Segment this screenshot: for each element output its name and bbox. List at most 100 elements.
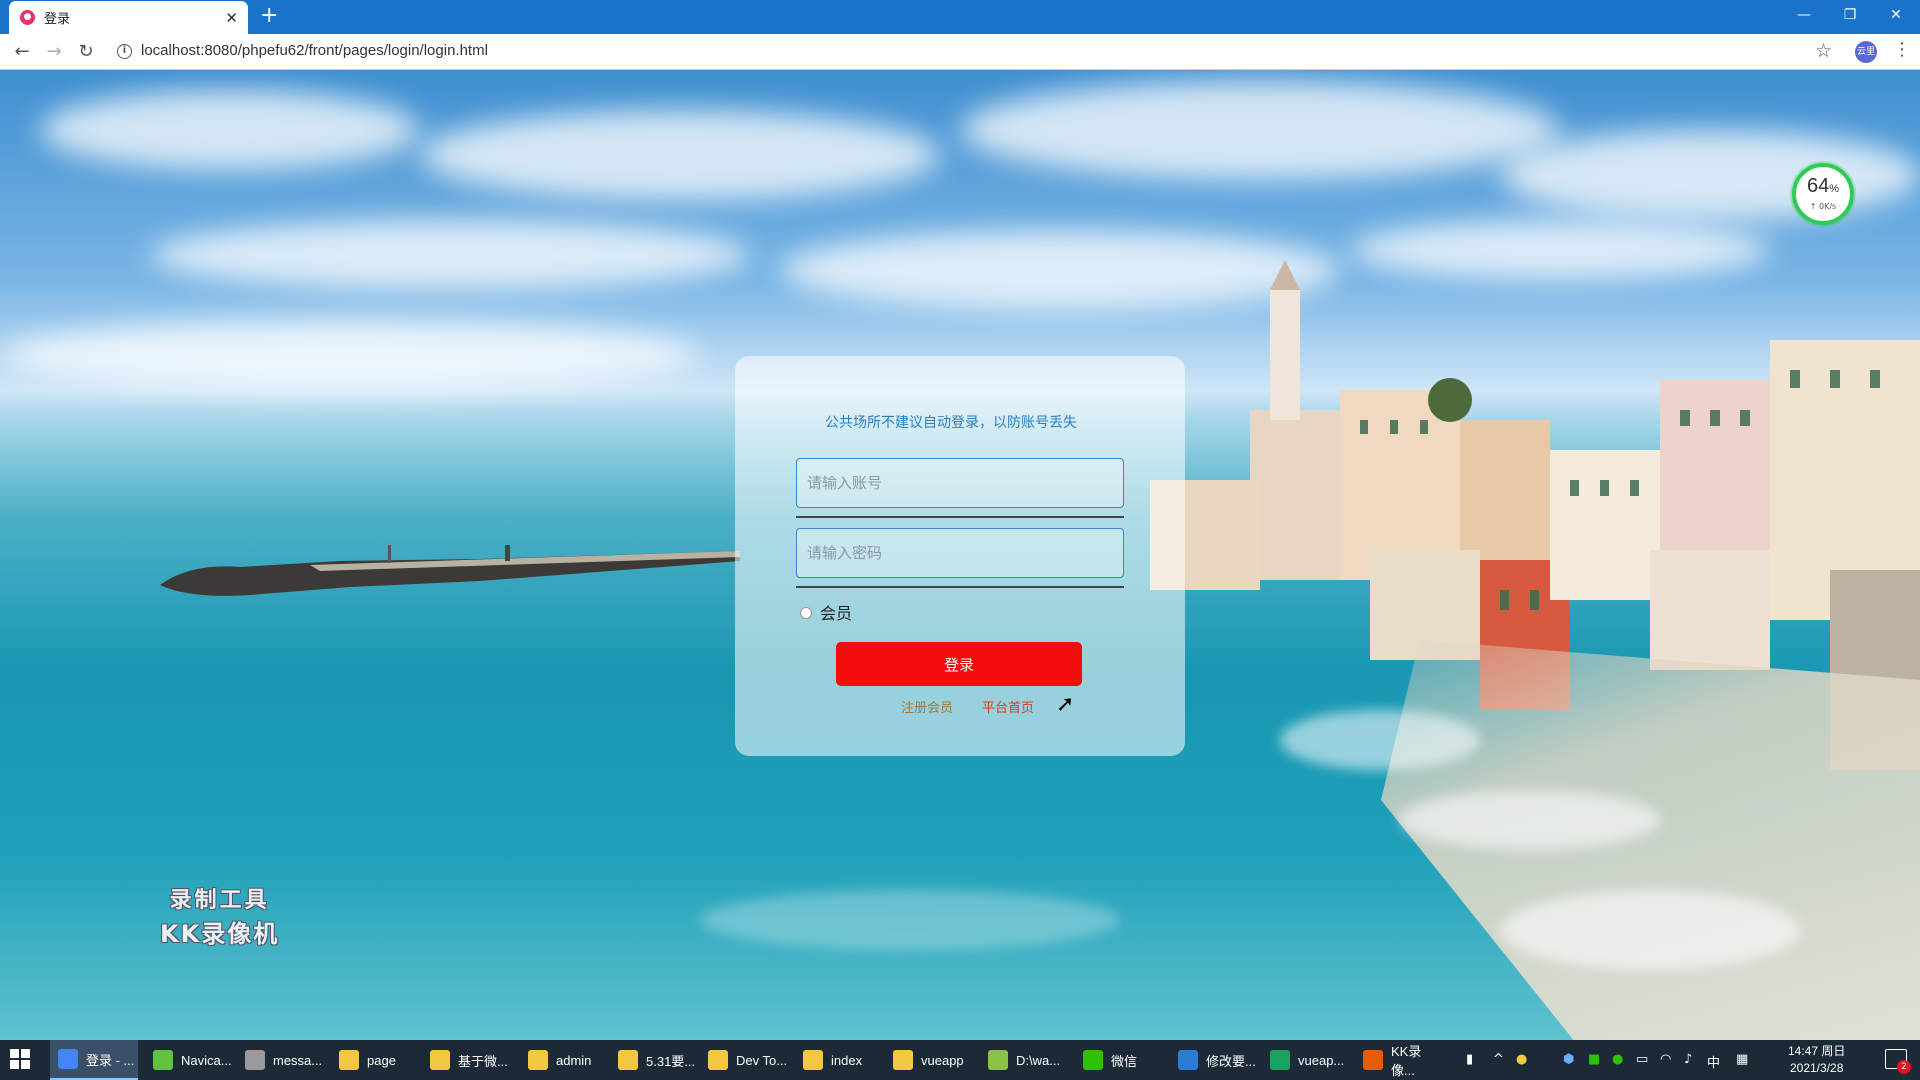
taskbar-item[interactable]: admin	[520, 1040, 608, 1080]
taskbar-item[interactable]: Navica...	[145, 1040, 233, 1080]
taskbar-item-label: 基于微...	[458, 1053, 508, 1069]
taskbar-item-label: 微信	[1111, 1053, 1138, 1069]
taskbar-item[interactable]: 登录 - ...	[50, 1040, 138, 1080]
cloud	[40, 90, 420, 170]
cloud	[150, 220, 750, 290]
wave-foam	[1400, 790, 1660, 850]
taskbar: 登录 - ... Navica... messa... page 基于微... admin…	[0, 1040, 1920, 1080]
wave-foam	[1280, 710, 1480, 770]
app-icon	[339, 1050, 359, 1070]
cloud	[1500, 130, 1920, 220]
taskbar-item[interactable]: vueap...	[1262, 1040, 1350, 1080]
tray-wechat-icon[interactable]: ●	[1612, 1052, 1623, 1067]
ime-indicator[interactable]: 中	[1707, 1052, 1720, 1071]
taskbar-item[interactable]: KK录像...	[1355, 1040, 1443, 1080]
taskbar-item[interactable]: 基于微...	[422, 1040, 510, 1080]
app-icon	[708, 1050, 728, 1070]
field-divider	[796, 586, 1124, 588]
new-tab-icon[interactable]: +	[260, 3, 278, 28]
taskbar-item-label: index	[831, 1052, 863, 1068]
notification-badge: 2	[1897, 1060, 1911, 1074]
notification-center-icon[interactable]: 2	[1885, 1049, 1911, 1074]
browser-menu-icon[interactable]: ⋮	[1893, 39, 1911, 60]
tray-network-icon[interactable]: ▭	[1636, 1052, 1648, 1067]
app-icon	[430, 1050, 450, 1070]
taskbar-item-label: Navica...	[181, 1052, 232, 1068]
taskbar-item-label: messa...	[273, 1052, 323, 1068]
taskbar-item-label: 登录 - ...	[86, 1052, 135, 1068]
tray-app-icon[interactable]: ●	[1516, 1052, 1527, 1067]
tray-shield-icon[interactable]: ⬢	[1563, 1052, 1574, 1067]
browser-tab[interactable]: ● 登录 ✕	[9, 1, 248, 34]
password-field[interactable]	[796, 528, 1124, 578]
browser-toolbar: ← → ↻ i localhost:8080/phpefu62/front/pa…	[0, 34, 1920, 70]
app-icon	[1083, 1050, 1103, 1070]
minimize-icon[interactable]: —	[1781, 3, 1827, 27]
tray-app-icon[interactable]: ■	[1588, 1052, 1600, 1067]
tray-expand-icon[interactable]: ^	[1493, 1052, 1504, 1067]
reload-icon[interactable]: ↻	[74, 40, 98, 64]
bookmark-star-icon[interactable]: ☆	[1815, 40, 1832, 62]
taskbar-item[interactable]: vueapp	[885, 1040, 973, 1080]
close-window-icon[interactable]: ✕	[1873, 3, 1919, 27]
cloud	[960, 80, 1560, 180]
cloud	[420, 110, 940, 200]
tray-battery-icon[interactable]: ▮	[1466, 1052, 1473, 1067]
taskbar-item[interactable]: index	[795, 1040, 883, 1080]
tray-volume-icon[interactable]: ♪	[1684, 1052, 1692, 1067]
app-icon	[1178, 1050, 1198, 1070]
taskbar-item-label: admin	[556, 1052, 592, 1068]
app-icon	[1363, 1050, 1383, 1070]
taskbar-item[interactable]: 5.31要...	[610, 1040, 698, 1080]
taskbar-item[interactable]: D:\wa...	[980, 1040, 1068, 1080]
role-label-member[interactable]: 会员	[820, 600, 852, 624]
taskbar-item-label: 5.31要...	[646, 1053, 696, 1069]
wave-foam	[700, 890, 1120, 950]
tray-keyboard-icon[interactable]: ▦	[1736, 1052, 1748, 1067]
site-info-icon[interactable]: i	[117, 44, 132, 59]
recorder-watermark: 录制工具 KK录像机	[160, 888, 280, 948]
taskbar-item-label: vueap...	[1298, 1052, 1345, 1068]
cloud	[0, 320, 700, 390]
windows-start-icon[interactable]	[10, 1049, 32, 1071]
mouse-cursor-icon: ➚	[1056, 692, 1075, 717]
taskbar-item[interactable]: Dev To...	[700, 1040, 788, 1080]
field-divider	[796, 516, 1124, 518]
register-link[interactable]: 注册会员	[901, 697, 953, 716]
home-link[interactable]: 平台首页	[982, 697, 1034, 716]
app-icon	[618, 1050, 638, 1070]
taskbar-item[interactable]: page	[331, 1040, 419, 1080]
profile-avatar[interactable]: 云里	[1855, 41, 1877, 63]
password-input[interactable]	[797, 529, 1123, 577]
pier-image	[160, 545, 740, 596]
app-icon	[153, 1050, 173, 1070]
wave-foam	[1500, 890, 1800, 970]
username-field[interactable]	[796, 458, 1124, 508]
address-bar[interactable]: localhost:8080/phpefu62/front/pages/logi…	[141, 42, 488, 59]
tab-title: 登录	[44, 12, 71, 27]
app-icon	[803, 1050, 823, 1070]
app-icon	[58, 1049, 78, 1069]
taskbar-item[interactable]: 微信	[1075, 1040, 1163, 1080]
taskbar-item-label: Dev To...	[736, 1052, 788, 1068]
forward-icon[interactable]: →	[42, 40, 66, 64]
tray-wifi-icon[interactable]: ◠	[1660, 1052, 1671, 1067]
back-icon[interactable]: ←	[10, 40, 34, 64]
close-tab-icon[interactable]: ✕	[225, 9, 238, 27]
app-icon	[988, 1050, 1008, 1070]
taskbar-item-label: vueapp	[921, 1052, 964, 1068]
network-speed-widget[interactable]: 64% ↑ 0K/s	[1792, 163, 1854, 225]
taskbar-item[interactable]: messa...	[237, 1040, 325, 1080]
taskbar-item[interactable]: 修改要...	[1170, 1040, 1258, 1080]
speed-percent: 64%	[1806, 175, 1840, 197]
browser-tabstrip: ● 登录 ✕ + — ❐ ✕	[0, 0, 1920, 34]
favicon-icon: ●	[20, 10, 35, 25]
restore-icon[interactable]: ❐	[1827, 3, 1873, 27]
app-icon	[893, 1050, 913, 1070]
login-tip: 公共场所不建议自动登录，以防账号丢失	[825, 415, 1077, 431]
role-radio-member[interactable]	[800, 607, 812, 619]
taskbar-item-label: 修改要...	[1206, 1053, 1256, 1069]
login-button[interactable]: 登录	[836, 642, 1082, 686]
taskbar-clock[interactable]: 14:47 周日 2021/3/28	[1788, 1043, 1845, 1077]
username-input[interactable]	[797, 459, 1123, 507]
